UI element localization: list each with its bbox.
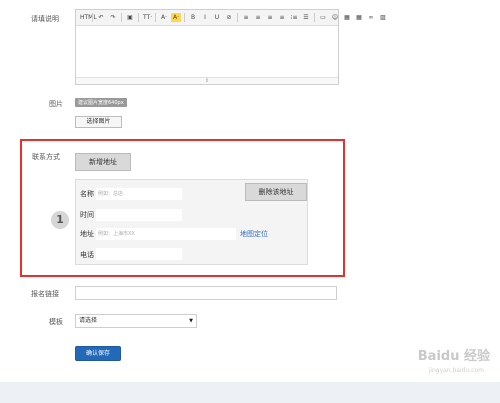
resize-icon: ⇕ — [204, 78, 210, 84]
select-image-button[interactable]: 选择图片 — [75, 116, 122, 128]
toolbar-button[interactable]: ▭ — [318, 13, 328, 22]
toolbar-divider — [138, 13, 139, 22]
time-field-label: 时间 — [80, 211, 94, 219]
toolbar-button[interactable]: ↶ — [96, 13, 106, 22]
address-field-label: 地址 — [80, 230, 94, 238]
editor-toolbar: HTML ↶ ↷ ▣ TT· A· A· B I U ⊘ ≡ ≡ ≡ ≡ ⁝≡ ☰ ▭ ☺ ▦ ▦ ∞ ▨ — [76, 10, 386, 26]
toolbar-button[interactable]: ≡ — [277, 13, 287, 22]
toolbar-button[interactable]: TT· — [142, 13, 152, 22]
save-button[interactable]: 确认保存 — [75, 346, 121, 361]
toolbar-divider — [155, 13, 156, 22]
description-label: 请填说明 — [31, 15, 59, 23]
address-input[interactable]: 例如：上海市XX — [96, 228, 236, 240]
signup-link-input[interactable] — [75, 286, 337, 300]
add-address-button[interactable]: 新增地址 — [75, 153, 131, 171]
image-size-hint: 建议图片宽度640px — [75, 98, 127, 107]
toolbar-button[interactable]: B — [188, 13, 198, 22]
image-label: 图片 — [49, 100, 63, 108]
contact-label: 联系方式 — [32, 153, 60, 161]
toolbar-button[interactable]: ⁝≡ — [289, 13, 299, 22]
name-field-label: 名称 — [80, 190, 94, 198]
map-locate-link[interactable]: 地图定位 — [240, 229, 268, 239]
phone-field-label: 电话 — [80, 251, 94, 259]
time-input[interactable] — [96, 209, 182, 221]
footer-band — [0, 382, 500, 403]
toolbar-divider — [314, 13, 315, 22]
toolbar-button[interactable]: ⊘ — [224, 13, 234, 22]
toolbar-divider — [237, 13, 238, 22]
toolbar-button[interactable]: ▨ — [378, 13, 388, 22]
toolbar-divider — [92, 13, 93, 22]
watermark-url: jingyan.baidu.com — [428, 367, 484, 374]
toolbar-button[interactable]: ∞ — [366, 13, 376, 22]
editor-content-area[interactable] — [76, 26, 338, 76]
signup-link-label: 报名链接 — [31, 290, 59, 298]
editor-resize-handle[interactable]: ⇕ — [76, 77, 338, 84]
template-select-value: 请选择 — [79, 317, 98, 324]
toolbar-divider — [184, 13, 185, 22]
toolbar-button[interactable]: U — [212, 13, 222, 22]
toolbar-button[interactable]: ↷ — [108, 13, 118, 22]
toolbar-button[interactable]: ≡ — [253, 13, 263, 22]
toolbar-divider — [121, 13, 122, 22]
toolbar-button[interactable]: I — [200, 13, 210, 22]
template-select[interactable]: 请选择 ▼ — [75, 314, 197, 328]
toolbar-button[interactable]: HTML — [79, 13, 97, 22]
name-input[interactable]: 例如：总店 — [96, 188, 182, 200]
toolbar-button[interactable]: ▦ — [342, 13, 352, 22]
toolbar-button[interactable]: ≡ — [265, 13, 275, 22]
toolbar-button[interactable]: A· — [171, 13, 181, 22]
step-number-badge: 1 — [51, 211, 69, 229]
toolbar-button[interactable]: ☺ — [330, 13, 340, 22]
toolbar-button[interactable]: ≡ — [241, 13, 251, 22]
delete-address-button[interactable]: 删除该地址 — [245, 183, 307, 201]
toolbar-button[interactable]: ▦ — [354, 13, 364, 22]
address-card: 删除该地址 名称 例如：总店 时间 地址 例如：上海市XX 地图定位 电话 — [75, 179, 308, 265]
watermark-logo: Baidu 经验 — [417, 349, 490, 364]
chevron-down-icon: ▼ — [189, 318, 193, 324]
template-label: 模板 — [49, 318, 63, 326]
toolbar-button[interactable]: ☰ — [301, 13, 311, 22]
toolbar-button[interactable]: ▣ — [125, 13, 135, 22]
toolbar-button[interactable]: A· — [159, 13, 169, 22]
phone-input[interactable] — [96, 248, 182, 260]
rich-text-editor[interactable]: HTML ↶ ↷ ▣ TT· A· A· B I U ⊘ ≡ ≡ ≡ ≡ ⁝≡ ☰ ▭ ☺ ▦ ▦ ∞ ▨ ⇕ — [75, 9, 386, 85]
